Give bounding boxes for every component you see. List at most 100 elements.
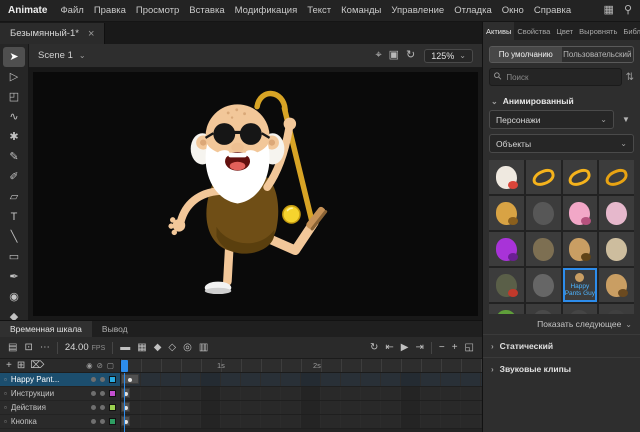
center-stage-icon[interactable]: ⌖ [375,50,381,61]
asset-tan-creature[interactable] [599,268,634,302]
magic-wand-tool[interactable]: ✱ [3,127,25,147]
asset-horned-creature[interactable] [489,268,524,302]
timeline-zoom-out-icon[interactable]: − [439,343,445,353]
asset-green-creature[interactable] [489,304,524,314]
line-tool[interactable]: ╲ [3,227,25,247]
text-tool[interactable]: T [3,207,25,227]
menu-item-4[interactable]: Модификация [230,3,303,18]
subselection-tool[interactable]: ▷ [3,67,25,87]
menu-item-10[interactable]: Справка [529,3,576,18]
insert-keyframe-icon[interactable]: ◆ [154,343,162,353]
add-layer-icon[interactable]: + [6,361,12,371]
asset-samurai[interactable] [563,232,598,266]
layer-visibility-dot[interactable] [91,405,96,410]
sort-icon[interactable]: ⇅ [626,72,634,83]
lasso-tool[interactable]: ∿ [3,107,25,127]
menu-item-8[interactable]: Отладка [449,3,497,18]
timeline-fit-icon[interactable]: ◱ [465,343,474,353]
menu-item-0[interactable]: Файл [55,3,88,18]
menu-item-6[interactable]: Команды [336,3,386,18]
classic-brush-tool[interactable]: ✐ [3,167,25,187]
asset-scribble-3[interactable] [599,160,634,194]
filter-dropdown-1[interactable]: Объекты⌄ [489,134,634,153]
menu-item-2[interactable]: Просмотр [131,3,184,18]
search-input[interactable] [506,73,615,82]
frame-row[interactable] [121,373,482,387]
show-hide-column-icon[interactable]: ◉ [86,361,93,370]
adjust-panel-icon[interactable]: ▤ [8,343,17,353]
close-icon[interactable]: × [88,28,94,40]
more-options-icon[interactable]: ⋯ [40,343,50,353]
layer-lock-dot[interactable] [100,419,105,424]
asset-scribble-2[interactable] [563,160,598,194]
rotate-view-icon[interactable]: ↻ [406,50,415,61]
asset-dog[interactable] [489,196,524,230]
workspace-icon[interactable]: ▦ [604,5,614,16]
layer-outline-color[interactable] [109,404,116,411]
layer-visibility-dot[interactable] [91,391,96,396]
layer-outline-color[interactable] [109,418,116,425]
asset-dark-2[interactable] [563,304,598,314]
menu-item-1[interactable]: Правка [89,3,131,18]
onion-skin-icon[interactable]: ◎ [183,343,192,353]
section-static[interactable]: › Статический [483,334,640,357]
loop-icon[interactable]: ↻ [370,343,378,353]
eraser-tool[interactable]: ▱ [3,187,25,207]
layer-row[interactable]: ▫Кнопка [0,415,120,429]
search-icon[interactable]: ⚲ [624,5,632,16]
layer-visibility-dot[interactable] [91,377,96,382]
panel-tab-1[interactable]: Свойства [514,22,553,40]
layer-row[interactable]: ▫Инструкции [0,387,120,401]
frame-row[interactable] [121,387,482,401]
show-next-link[interactable]: Показать следующее ⌄ [483,314,640,334]
playhead[interactable] [121,360,128,372]
scene-breadcrumb[interactable]: Scene 1 ⌄ [38,50,86,61]
edit-multiple-frames-icon[interactable]: ▥ [199,343,208,353]
asset-happy-pants-guy[interactable]: Happy Pants Guy [563,268,598,302]
keyframe[interactable] [121,388,130,398]
panel-tab-0[interactable]: Активы [483,22,514,40]
layer-lock-dot[interactable] [100,405,105,410]
layer-row[interactable]: ▫Happy Pant... [0,373,120,387]
insert-frame-icon[interactable]: ▦ [137,343,146,353]
asset-gray-creature[interactable] [526,268,561,302]
play-icon[interactable]: ▶ [401,343,409,353]
layer-row[interactable]: ▫Действия [0,401,120,415]
document-tab[interactable]: Безымянный-1* × [0,23,105,44]
frames-area[interactable]: 1s2s [121,359,482,432]
menu-item-3[interactable]: Вставка [184,3,229,18]
timeline-zoom-in-icon[interactable]: + [452,343,458,353]
frame-rate-field[interactable]: 24.00 FPS [65,342,105,353]
rectangle-tool[interactable]: ▭ [3,247,25,267]
camera-icon[interactable]: ⊡ [24,343,32,353]
zoom-dropdown[interactable]: 125% ⌄ [424,49,473,63]
section-animated[interactable]: ⌄ Анимированный [483,92,640,110]
step-forward-icon[interactable]: ⇥ [415,343,423,353]
mode-tab-0[interactable]: По умолчанию [490,47,562,62]
asset-pink-small[interactable] [599,196,634,230]
frame-ruler[interactable]: 1s2s [121,359,482,373]
layer-outline-color[interactable] [109,376,116,383]
remove-frame-icon[interactable]: ▬ [120,343,130,353]
add-folder-icon[interactable]: ⊞ [17,361,25,371]
menu-item-9[interactable]: Окно [497,3,529,18]
free-transform-tool[interactable]: ◰ [3,87,25,107]
asset-dark-3[interactable] [599,304,634,314]
step-back-icon[interactable]: ⇤ [385,343,393,353]
section-sound[interactable]: › Звуковые клипы [483,357,640,380]
asset-pink-monster[interactable] [563,196,598,230]
keyframe[interactable] [121,402,130,412]
pasteboard[interactable] [29,68,482,320]
filter-icon[interactable]: ▼ [618,110,634,129]
panel-tab-4[interactable]: Библиотека [620,22,640,40]
panel-tab-2[interactable]: Цвет [553,22,576,40]
asset-swords[interactable] [599,232,634,266]
filter-dropdown-0[interactable]: Персонажи⌄ [489,110,614,129]
delete-layer-icon[interactable]: ⌦ [30,361,44,371]
asset-gray-blob[interactable] [526,196,561,230]
keyframe[interactable] [121,416,130,426]
selection-tool[interactable]: ➤ [3,47,25,67]
outline-column-icon[interactable]: ▢ [107,361,114,370]
timeline-tab-0[interactable]: Временная шкала [0,321,92,337]
layer-outline-color[interactable] [109,390,116,397]
